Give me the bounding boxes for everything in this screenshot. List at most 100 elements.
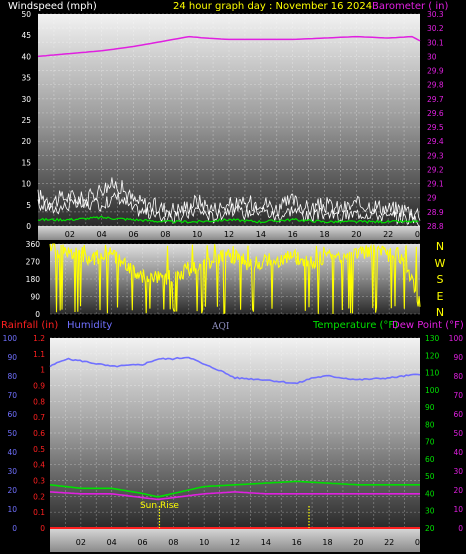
windspeed-tick-label: 30: [21, 95, 31, 104]
barometer-axis-title: Barometer ( in): [372, 1, 449, 12]
rainfall-tick-label: 0.6: [33, 429, 45, 438]
sunrise-label: Sun Rise: [140, 501, 179, 511]
aqi-legend: AQI: [212, 322, 230, 332]
rainfall-tick-label: 0.7: [33, 413, 45, 422]
x-tick-label: 08: [160, 230, 170, 239]
direction-tick-label: 270: [26, 258, 41, 267]
dewpoint-tick-label: 60: [453, 410, 463, 419]
rainfall-tick-label: 0.5: [33, 445, 45, 454]
rainfall-legend: Rainfall (in): [1, 320, 59, 331]
temperature-tick-label: 130: [425, 334, 440, 343]
x-tick-label: 22: [383, 230, 393, 239]
dewpoint-tick-label: 70: [453, 391, 463, 400]
temperature-tick-label: 50: [425, 472, 435, 481]
temperature-tick-label: 90: [425, 403, 435, 412]
windspeed-tick-label: 45: [21, 31, 31, 40]
humidity-tick-label: 30: [7, 467, 17, 476]
humidity-tick-label: 40: [7, 448, 17, 457]
barometer-tick-label: 29.6: [427, 109, 444, 118]
barometer-tick-label: 29.9: [427, 67, 444, 76]
dewpoint-legend: Dew Point (°F): [392, 320, 464, 331]
temperature-tick-label: 110: [425, 369, 440, 378]
rainfall-tick-label: 0.1: [33, 508, 45, 517]
windspeed-tick-label: 35: [21, 74, 31, 83]
humidity-tick-label: 100: [3, 334, 18, 343]
dewpoint-tick-label: 100: [449, 334, 464, 343]
barometer-tick-label: 29.5: [427, 123, 444, 132]
windspeed-tick-label: 15: [21, 158, 31, 167]
windspeed-tick-label: 5: [26, 201, 31, 210]
humidity-tick-label: 80: [7, 372, 17, 381]
windspeed-tick-label: 10: [21, 180, 31, 189]
windspeed-axis-title: Windspeed (mph): [8, 1, 97, 12]
x-tick-label: 02: [76, 538, 86, 547]
dewpoint-tick-label: 0: [458, 524, 463, 533]
x-tick-label: 12: [224, 230, 234, 239]
barometer-tick-label: 29.3: [427, 151, 444, 160]
x-tick-label: 00: [415, 538, 425, 547]
barometer-tick-label: 29: [427, 194, 437, 203]
barometer-tick-label: 30.1: [427, 38, 444, 47]
dewpoint-tick-label: 30: [453, 467, 463, 476]
temperature-tick-label: 30: [425, 507, 435, 516]
temperature-tick-label: 70: [425, 438, 435, 447]
direction-tick-label: 180: [26, 275, 41, 284]
direction-panel: 0 90 180 270 360: [26, 240, 421, 319]
direction-letters: N W S E N: [434, 239, 446, 322]
rainfall-tick-label: 1: [40, 366, 45, 375]
rainfall-tick-label: 0.9: [33, 382, 45, 391]
x-tick-label: 10: [199, 538, 209, 547]
barometer-tick-label: 30.2: [427, 24, 444, 33]
temperature-tick-label: 40: [425, 489, 435, 498]
weather-graph: 05101520253035404550 28.828.92929.129.22…: [3, 10, 464, 552]
x-tick-label: 16: [292, 538, 302, 547]
barometer-tick-label: 28.9: [427, 208, 444, 217]
x-tick-label: 12: [230, 538, 240, 547]
temperature-tick-label: 20: [425, 524, 435, 533]
dewpoint-tick-label: 20: [453, 486, 463, 495]
windspeed-tick-label: 20: [21, 137, 31, 146]
barometer-tick-label: 30: [427, 52, 437, 61]
x-tick-label: 14: [256, 230, 266, 239]
barometer-tick-label: 29.7: [427, 95, 444, 104]
wind-baro-panel: 05101520253035404550 28.828.92929.129.22…: [21, 10, 444, 240]
temperature-legend: Temperature (°F): [313, 320, 399, 331]
rainfall-tick-label: 1.2: [33, 334, 45, 343]
rainfall-tick-label: 1.1: [33, 350, 45, 359]
rainfall-tick-label: 0.4: [33, 461, 45, 470]
temperature-tick-label: 60: [425, 455, 435, 464]
x-tick-label: 02: [65, 230, 75, 239]
temp-humidity-panel: 0 10 20 30 40 50 60 70 80 90 10 00 0.1 0.2 0.3 0.4 0.5 0.…: [3, 334, 464, 552]
direction-tick-label: 360: [26, 240, 41, 249]
x-tick-label: 14: [261, 538, 271, 547]
windspeed-tick-label: 25: [21, 116, 31, 125]
x-tick-label: 20: [353, 538, 363, 547]
x-tick-label: 22: [384, 538, 394, 547]
direction-tick-label: 0: [35, 310, 40, 319]
rainfall-tick-label: 0.8: [33, 397, 45, 406]
x-tick-label: 18: [319, 230, 329, 239]
rainfall-tick-label: 0.3: [33, 477, 45, 486]
humidity-tick-label: 10: [7, 505, 17, 514]
x-tick-label: 20: [351, 230, 361, 239]
barometer-tick-label: 28.8: [427, 222, 444, 231]
barometer-tick-label: 29.8: [427, 81, 444, 90]
windspeed-axis-ticks: 05101520253035404550: [21, 10, 31, 231]
windspeed-tick-label: 40: [21, 52, 31, 61]
direction-axis-ticks: 0 90 180 270 360: [26, 240, 41, 319]
dewpoint-tick-label: 90: [453, 353, 463, 362]
barometer-axis-ticks: 28.8 28.9 29 29.1 29.2 29.3 29.4 29.5 29.6 29.7 29…: [427, 10, 444, 231]
humidity-tick-label: 90: [7, 353, 17, 362]
dewpoint-tick-label: 10: [453, 505, 463, 514]
humidity-tick-label: 50: [7, 429, 17, 438]
x-tick-label: 16: [288, 230, 298, 239]
dewpoint-tick-label: 80: [453, 372, 463, 381]
x-tick-label: 10: [192, 230, 202, 239]
dewpoint-tick-label: 50: [453, 429, 463, 438]
direction-tick-label: 90: [30, 293, 40, 302]
x-tick-label: 04: [107, 538, 117, 547]
humidity-tick-label: 20: [7, 486, 17, 495]
temperature-tick-label: 80: [425, 420, 435, 429]
direction-letter-w: W: [434, 256, 446, 270]
rainfall-tick-label: 0.2: [33, 492, 45, 501]
